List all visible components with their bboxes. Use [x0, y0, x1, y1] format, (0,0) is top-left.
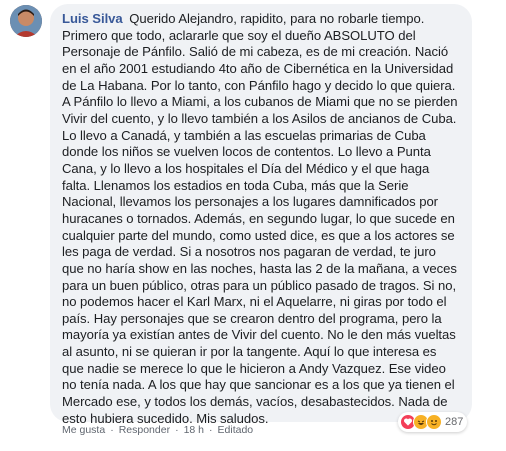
comment-author[interactable]: Luis Silva	[62, 11, 123, 26]
comment-body: Luis Silva Querido Alejandro, rapidito, …	[62, 11, 460, 427]
separator: ·	[175, 424, 179, 436]
comment-text: Querido Alejandro, rapidito, para no rob…	[62, 11, 458, 426]
avatar[interactable]	[10, 5, 42, 37]
separator: ·	[110, 424, 114, 436]
reply-button[interactable]: Responder	[119, 424, 170, 436]
comment-bubble: Luis Silva Querido Alejandro, rapidito, …	[50, 4, 472, 426]
comment-actions: Me gusta · Responder · 18 h · Editado	[62, 424, 253, 436]
separator: ·	[209, 424, 213, 436]
reactions-summary[interactable]: 287	[398, 412, 468, 432]
timestamp[interactable]: 18 h	[184, 424, 204, 436]
reaction-count: 287	[445, 416, 464, 428]
like-button[interactable]: Me gusta	[62, 424, 105, 436]
laugh-icon	[426, 414, 442, 430]
edited-label[interactable]: Editado	[218, 424, 254, 436]
